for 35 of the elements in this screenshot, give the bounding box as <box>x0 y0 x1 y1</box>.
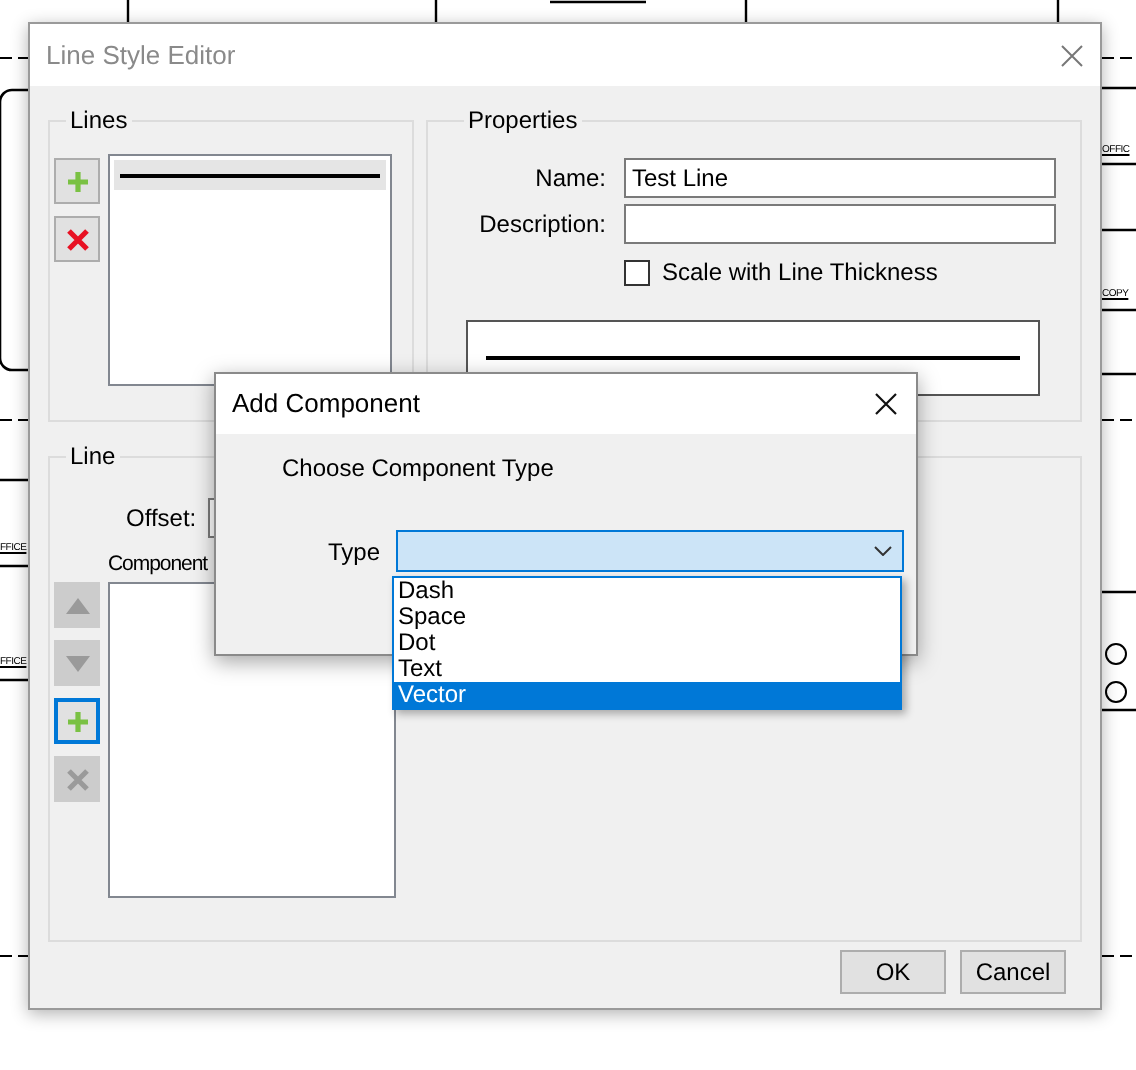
close-icon <box>65 227 89 251</box>
dropdown-option[interactable]: Vector <box>394 682 900 708</box>
close-icon <box>65 767 89 791</box>
description-field[interactable] <box>624 204 1056 244</box>
checkbox-label: Scale with Line Thickness <box>662 256 938 290</box>
up-triangle-icon <box>65 597 89 613</box>
name-field[interactable]: Test Line <box>624 158 1056 198</box>
dialog-title: Add Component <box>232 386 420 423</box>
group-title: Lines <box>68 104 130 138</box>
chevron-down-icon <box>874 546 893 556</box>
field-label: Type <box>328 535 381 569</box>
plus-icon <box>65 709 89 733</box>
close-icon[interactable] <box>874 392 898 416</box>
field-label: Offset: <box>126 502 197 536</box>
group-title: Line <box>68 440 118 474</box>
dialog-button[interactable]: OK <box>840 950 946 994</box>
dialog-heading: Choose Component Type <box>282 452 554 486</box>
window-title: Line Style Editor <box>46 37 236 74</box>
line-list-item[interactable] <box>114 160 386 190</box>
plus-icon <box>65 169 89 193</box>
dropdown-option[interactable]: Dot <box>394 630 900 656</box>
add-button[interactable] <box>54 698 100 744</box>
field-label: Name: <box>533 162 606 196</box>
group-title: Properties <box>466 104 580 138</box>
field-label: Component <box>108 550 208 578</box>
type-dropdown[interactable] <box>396 530 905 572</box>
dialog-button[interactable]: Cancel <box>960 950 1066 994</box>
dropdown-option[interactable]: Dash <box>394 578 900 604</box>
dropdown-option[interactable]: Text <box>394 656 900 682</box>
delete-button[interactable] <box>54 216 100 262</box>
lines-list[interactable] <box>108 154 392 386</box>
checkbox[interactable] <box>624 259 650 285</box>
down-triangle-icon <box>65 655 89 671</box>
field-label: Description: <box>477 208 606 242</box>
dropdown-option[interactable]: Space <box>394 604 900 630</box>
